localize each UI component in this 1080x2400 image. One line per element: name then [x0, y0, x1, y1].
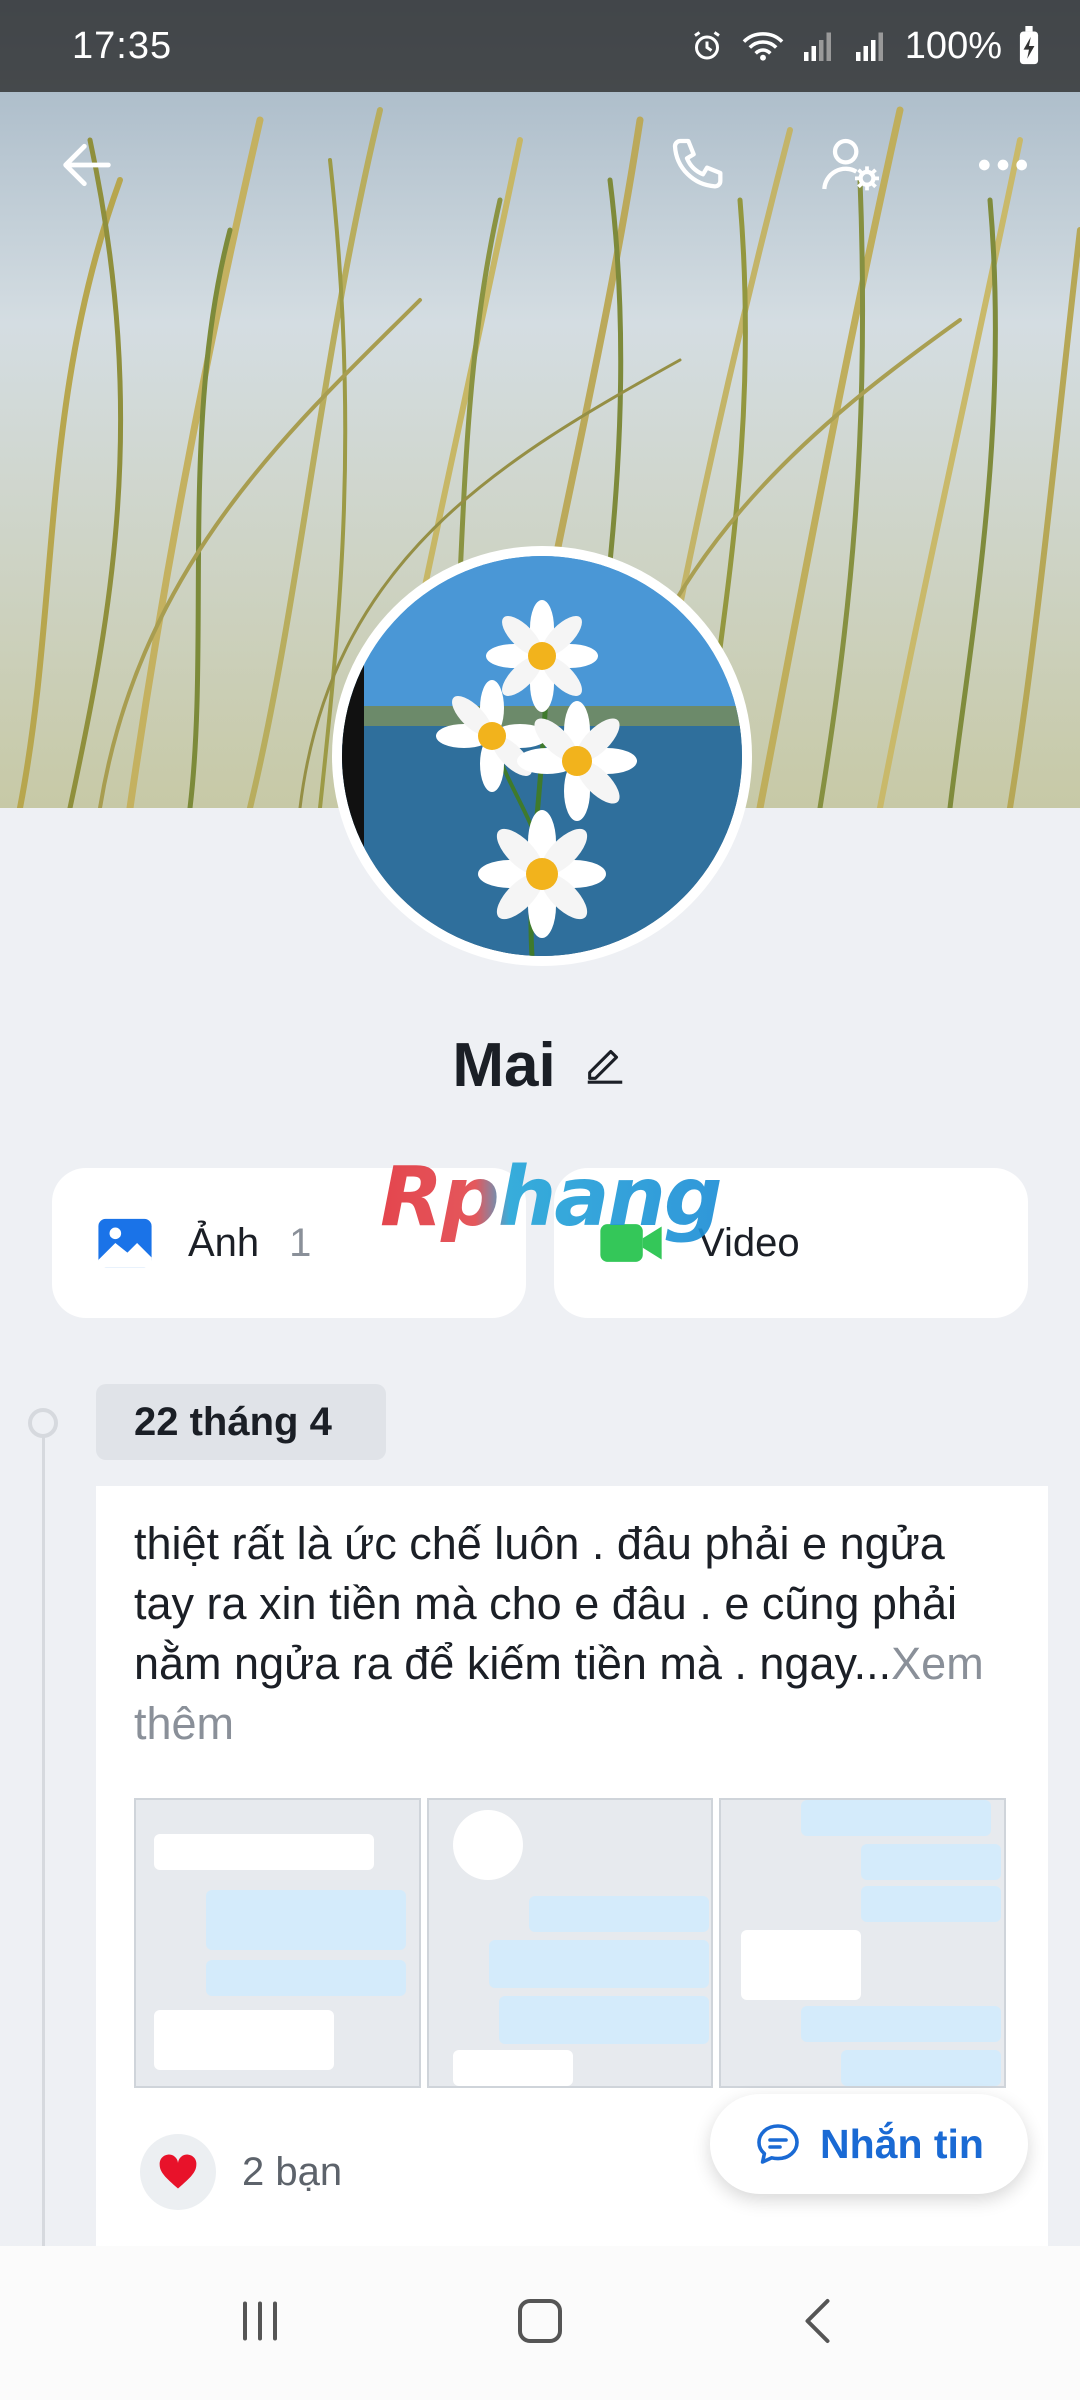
avatar-image	[342, 556, 742, 956]
profile-name: Mai	[452, 1030, 556, 1100]
heart-reaction[interactable]	[140, 2134, 216, 2210]
profile-header-actions	[0, 120, 1080, 220]
message-button[interactable]: Nhắn tin	[710, 2094, 1028, 2194]
home-button[interactable]	[510, 2291, 570, 2356]
profile-settings-button[interactable]	[806, 120, 896, 210]
post-image-1[interactable]	[134, 1798, 421, 2088]
daisy-photo	[342, 556, 742, 956]
wifi-icon	[742, 32, 784, 61]
signal-icon	[855, 32, 883, 61]
more-horizontal-icon	[979, 159, 1027, 171]
signal-icon	[803, 32, 831, 61]
edit-name-button[interactable]	[582, 1040, 628, 1091]
heart-icon	[159, 2154, 197, 2189]
status-bar: 17:35 100%	[0, 0, 1080, 92]
system-nav-bar	[0, 2246, 1080, 2400]
photos-count: 1	[289, 1220, 312, 1265]
chevron-left-icon	[805, 2298, 830, 2343]
message-button-label: Nhắn tin	[820, 2120, 984, 2167]
alarm-icon	[693, 31, 720, 60]
system-back-button[interactable]	[790, 2291, 850, 2356]
status-icons: 100%	[689, 25, 1040, 68]
battery-charging-icon	[1019, 26, 1039, 65]
battery-percent: 100%	[904, 24, 1002, 67]
home-icon	[518, 2298, 562, 2343]
recent-apps-icon	[243, 2301, 277, 2340]
call-button[interactable]	[654, 120, 744, 210]
post-images	[134, 1798, 1007, 2088]
status-time: 17:35	[72, 24, 173, 67]
timeline-date: 22 tháng 4	[96, 1384, 386, 1460]
avatar[interactable]	[332, 546, 752, 966]
more-options-button[interactable]	[958, 120, 1048, 210]
timeline-dot	[28, 1408, 58, 1438]
pencil-icon	[587, 1049, 622, 1084]
post-image-2[interactable]	[426, 1798, 714, 2088]
recent-apps-button[interactable]	[230, 2291, 290, 2356]
post-image-3[interactable]	[719, 1798, 1007, 2088]
post-body: thiệt rất là ức chế luôn . đâu phải e ng…	[134, 1518, 958, 1689]
watermark-logo: Rphang	[380, 1150, 723, 1245]
arrow-left-icon	[63, 143, 111, 187]
user-settings-icon	[822, 138, 879, 191]
profile-name-row: Mai	[0, 1020, 1080, 1110]
post-reactions[interactable]: 2 bạn	[140, 2134, 342, 2210]
post-text: thiệt rất là ức chế luôn . đâu phải e ng…	[134, 1514, 1014, 1754]
reaction-count: 2 bạn	[242, 2149, 343, 2194]
phone-icon	[672, 138, 723, 189]
chat-bubble-icon	[757, 2124, 799, 2164]
back-button[interactable]	[42, 120, 132, 210]
photos-label: Ảnh	[188, 1220, 260, 1265]
timeline-line	[42, 1420, 45, 2250]
image-icon	[98, 1218, 152, 1268]
